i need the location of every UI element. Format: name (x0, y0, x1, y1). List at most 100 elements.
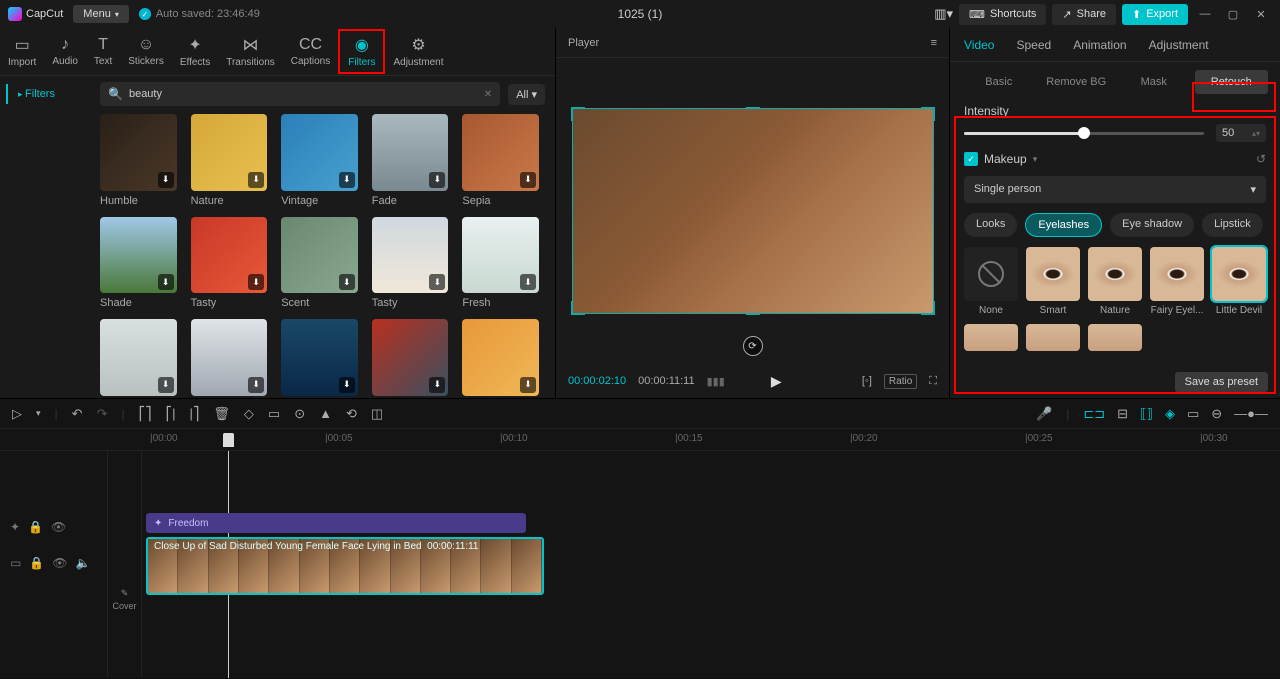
media-tab-import[interactable]: ▭Import (0, 31, 44, 72)
video-viewport[interactable]: ⟳ (556, 58, 949, 364)
filter-item-vintage[interactable]: ⬇Vintage (281, 114, 358, 207)
filter-item-shade[interactable]: ⬇Shade (100, 217, 177, 310)
link-icon[interactable]: ⊟ (1117, 406, 1128, 422)
filter-item-scent[interactable]: ⬇Scent (281, 217, 358, 310)
filter-item-fresh[interactable]: ⬇Fresh (462, 217, 539, 310)
selection-tool-icon[interactable]: ▷ (12, 406, 22, 422)
rotate-handle-icon[interactable]: ⟳ (743, 336, 763, 356)
player-menu-icon[interactable]: ≡ (931, 37, 937, 49)
download-icon[interactable]: ⬇ (248, 274, 264, 290)
intensity-value[interactable]: 50▴▾ (1216, 124, 1266, 142)
property-tab-video[interactable]: Video (964, 38, 994, 52)
filter-item-fade[interactable]: ⬇Fade (372, 114, 449, 207)
ratio-button[interactable]: Ratio (884, 374, 917, 389)
download-icon[interactable]: ⬇ (520, 274, 536, 290)
property-tab-speed[interactable]: Speed (1016, 38, 1051, 52)
mark-icon[interactable]: ◇ (244, 406, 254, 422)
search-field[interactable] (129, 88, 478, 100)
filter-item-badbunny[interactable]: ⬇Badbunny (281, 319, 358, 398)
subtab-basic[interactable]: Basic (962, 70, 1036, 94)
filter-item-nature[interactable]: ⬇Nature (191, 319, 268, 398)
download-icon[interactable]: ⬇ (158, 172, 174, 188)
crop-icon[interactable]: ◫ (371, 406, 383, 422)
volume-icon[interactable]: ▮▮▮ (707, 375, 725, 388)
close-button[interactable]: ✕ (1250, 8, 1272, 21)
media-tab-audio[interactable]: ♪Audio (44, 32, 86, 71)
track-mute-icon[interactable]: 🔈 (76, 556, 91, 570)
preview-icon[interactable]: ◈ (1165, 406, 1175, 422)
media-tab-text[interactable]: TText (86, 32, 120, 71)
media-tab-filters[interactable]: ◉Filters (338, 29, 385, 74)
download-icon[interactable]: ⬇ (429, 377, 445, 393)
save-preset-button[interactable]: Save as preset (1175, 372, 1268, 392)
media-tab-effects[interactable]: ✦Effects (172, 31, 218, 72)
mirror-icon[interactable]: ▲ (319, 406, 332, 421)
track-video-icon[interactable]: ▭ (10, 556, 21, 570)
delete-icon[interactable]: 🗑 (213, 406, 230, 422)
download-icon[interactable]: ⬇ (158, 274, 174, 290)
media-tab-stickers[interactable]: ☺Stickers (120, 32, 172, 71)
split-right-icon[interactable]: |⎤ (189, 406, 199, 422)
preset-littledevil[interactable]: Little Devil (1212, 247, 1266, 316)
makeup-checkbox[interactable]: ✓ (964, 152, 978, 166)
preset-smart[interactable]: Smart (1026, 247, 1080, 316)
makeup-tab-looks[interactable]: Looks (964, 213, 1017, 237)
track-lock-icon[interactable]: 🔒 (28, 520, 43, 534)
filter-item-freedom[interactable]: ⬇Freedom (462, 319, 539, 398)
filter-item-tasty[interactable]: ⬇Tasty (191, 217, 268, 310)
subtab-retouch[interactable]: Retouch (1195, 70, 1269, 94)
makeup-tab-eyelashes[interactable]: Eyelashes (1025, 213, 1102, 237)
cover-button[interactable]: ✎ Cover (108, 451, 142, 678)
filter-item-foodie[interactable]: ⬇Foodie (372, 319, 449, 398)
media-tab-adjustment[interactable]: ⚙Adjustment (385, 31, 451, 72)
scan-icon[interactable]: [◦] (862, 375, 872, 387)
snap-icon[interactable]: ⟦⟧ (1140, 406, 1153, 422)
media-tab-transitions[interactable]: ⋈Transitions (218, 31, 283, 72)
subtab-mask[interactable]: Mask (1117, 70, 1191, 94)
makeup-tab-eye-shadow[interactable]: Eye shadow (1110, 213, 1194, 237)
magnet-icon[interactable]: ⊏⊐ (1083, 406, 1105, 422)
filter-item-sepia[interactable]: ⬇Sepia (462, 114, 539, 207)
filter-category-dropdown[interactable]: All ▾ (508, 84, 545, 105)
download-icon[interactable]: ⬇ (429, 172, 445, 188)
track-lock-icon[interactable]: 🔒 (29, 556, 44, 570)
track-visible-icon[interactable]: 👁 (52, 556, 67, 570)
preset-nature[interactable]: Nature (1088, 247, 1142, 316)
layout-icon[interactable]: ▥▾ (934, 6, 953, 22)
reset-icon[interactable]: ↺ (1256, 152, 1266, 166)
split-icon[interactable]: ⎡⎤ (139, 406, 152, 422)
export-button[interactable]: ⬆Export (1122, 4, 1188, 25)
project-title[interactable]: 1025 (1) (618, 7, 663, 21)
clear-search-icon[interactable]: ✕ (484, 89, 492, 100)
download-icon[interactable]: ⬇ (248, 377, 264, 393)
filter-clip[interactable]: ✦ Freedom (146, 513, 526, 533)
person-dropdown[interactable]: Single person▾ (964, 176, 1266, 203)
download-icon[interactable]: ⬇ (520, 172, 536, 188)
selection-dropdown-icon[interactable]: ▾ (36, 408, 41, 419)
share-button[interactable]: ↗Share (1052, 4, 1116, 25)
maximize-button[interactable]: ▢ (1222, 8, 1244, 21)
video-frame[interactable] (573, 109, 933, 313)
download-icon[interactable]: ⬇ (339, 172, 355, 188)
rotate-icon[interactable]: ⟲ (346, 406, 357, 422)
shortcuts-button[interactable]: ⌨Shortcuts (959, 4, 1046, 25)
redo-icon[interactable]: ↷ (97, 406, 108, 422)
undo-icon[interactable]: ↶ (72, 406, 83, 422)
duplicate-icon[interactable]: ▭ (268, 406, 280, 422)
split-left-icon[interactable]: ⎡| (166, 406, 176, 422)
download-icon[interactable]: ⬇ (158, 377, 174, 393)
zoom-slider[interactable]: —●— (1234, 406, 1268, 421)
download-icon[interactable]: ⬇ (429, 274, 445, 290)
minimize-button[interactable]: — (1194, 8, 1216, 20)
filter-item-humble[interactable]: ⬇Humble (100, 114, 177, 207)
property-tab-animation[interactable]: Animation (1073, 38, 1126, 52)
timeline-ruler[interactable]: |00:00|00:05|00:10|00:15|00:20|00:25|00:… (0, 429, 1280, 451)
menu-button[interactable]: Menu (73, 5, 129, 23)
media-tab-captions[interactable]: CCCaptions (283, 32, 338, 71)
monitor-icon[interactable]: ▭ (1187, 406, 1199, 422)
subtab-remove-bg[interactable]: Remove BG (1040, 70, 1114, 94)
search-input[interactable]: 🔍 ✕ (100, 82, 500, 106)
intensity-slider[interactable] (964, 132, 1204, 135)
download-icon[interactable]: ⬇ (520, 377, 536, 393)
track-effect-icon[interactable]: ✦ (10, 520, 20, 534)
